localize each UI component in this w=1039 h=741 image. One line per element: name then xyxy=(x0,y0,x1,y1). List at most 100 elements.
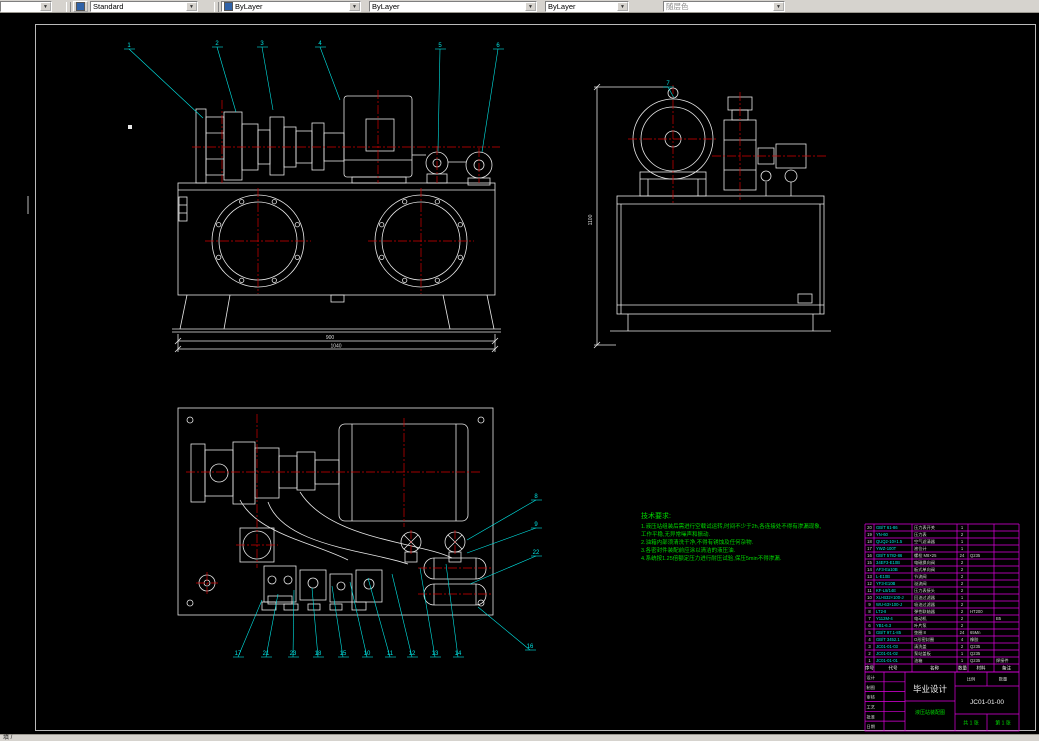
dim-front-outer: 1040 xyxy=(330,344,341,350)
combo-dropdown-arrow[interactable]: ▼ xyxy=(773,2,784,11)
bom-cell: 1 xyxy=(961,539,964,544)
bom-cell: JC01-01-02 xyxy=(876,651,899,656)
toolbar-combo-5[interactable]: 随层色 ▼ xyxy=(663,1,785,12)
drawing-svg: 900 1040 1100 xyxy=(0,13,1039,734)
callout-11: 11 xyxy=(387,651,394,657)
bom-cell: 13 xyxy=(867,574,872,579)
bom-cell: 65Mn xyxy=(970,630,981,635)
combo-value: ByLayer xyxy=(548,2,576,11)
bom-cell: 弹性联轴器 xyxy=(914,608,936,615)
bom-cell: 4 xyxy=(868,637,871,642)
callout-16: 16 xyxy=(527,644,534,650)
callout-15: 15 xyxy=(340,651,347,657)
tech-note-line: 工作平稳,无异常噪声和振动. xyxy=(641,530,711,538)
bom-cell: 2 xyxy=(868,651,871,656)
titleblock-row-label: 设计 xyxy=(867,674,875,681)
bom-cell: 8 xyxy=(868,609,871,614)
callout-1: 1 xyxy=(127,43,131,49)
bom-cell: 4 xyxy=(961,637,964,642)
bom-header: 序号 xyxy=(865,665,874,672)
callout-10: 10 xyxy=(364,651,371,657)
bom-cell: HT200 xyxy=(970,609,983,614)
bom-cell: 吸油过滤器 xyxy=(914,601,936,608)
bom-cell: 2 xyxy=(961,574,964,579)
callout-6: 6 xyxy=(496,43,500,49)
combo-value: 随层色 xyxy=(666,1,689,12)
status-text: 填 / xyxy=(3,735,12,741)
doc-title: 液压站装配图 xyxy=(915,709,945,716)
drawing-canvas[interactable]: 900 1040 1100 xyxy=(0,13,1039,734)
combo-value: ByLayer xyxy=(372,2,400,11)
dim-side-height: 1100 xyxy=(588,214,594,225)
callout-14: 14 xyxy=(455,651,462,657)
combo-dropdown-arrow[interactable]: ▼ xyxy=(525,2,536,11)
tech-notes: 技术要求:1.液压站组装后需进行空载试运转,时间不少于2h,各连接处不得有渗漏现… xyxy=(641,511,822,562)
combo-dropdown-arrow[interactable]: ▼ xyxy=(40,2,51,11)
bom-cell: 24 xyxy=(960,553,965,558)
bom-cell: YN-60 xyxy=(876,532,889,537)
top-view xyxy=(178,408,493,615)
app-window: ▼Standard▼ByLayer▼ByLayer▼ByLayer▼随层色▼ xyxy=(0,0,1039,741)
bom-cell: Q235 xyxy=(970,651,981,656)
bom-cell: 节流阀 xyxy=(914,573,927,580)
bom-cell: 17 xyxy=(867,546,872,551)
bom-cell: 2 xyxy=(961,560,964,565)
bom-cell: Q235 xyxy=(970,553,981,558)
sheets-total: 共 1 张 xyxy=(963,720,979,727)
toolbar-combo-4[interactable]: ByLayer ▼ xyxy=(545,1,629,12)
toolbar-grip[interactable] xyxy=(66,2,71,12)
bom-header: 材料 xyxy=(977,665,986,672)
bom-cell: 1 xyxy=(961,546,964,551)
bom-cell: GB/T 61-86 xyxy=(876,525,898,530)
bom-cell: 10 xyxy=(867,595,872,600)
toolbar-combo-3[interactable]: ByLayer ▼ xyxy=(369,1,537,12)
callout-7: 7 xyxy=(666,81,670,87)
bom-cell: 液位计 xyxy=(914,545,927,552)
toolbar-combo-1[interactable]: Standard ▼ xyxy=(90,1,198,12)
toolbar-combo-0[interactable]: ▼ xyxy=(0,1,52,12)
bom-cell: 15 xyxy=(867,560,872,565)
bom-cell: LT2-Ⅱ xyxy=(876,609,886,614)
bom-cell: GB/T 97.1-85 xyxy=(876,630,902,635)
toolbar-combo-2[interactable]: ByLayer▼ xyxy=(221,1,361,12)
combo-dropdown-arrow[interactable]: ▼ xyxy=(349,2,360,11)
bom-cell: QUQ2-10×1.5 xyxy=(876,539,903,544)
drain-plug xyxy=(798,294,812,303)
color-chip xyxy=(224,2,233,11)
bom-cell: GB/T 5782-86 xyxy=(876,553,903,558)
callout-12: 12 xyxy=(409,651,416,657)
callout-13: 13 xyxy=(432,651,439,657)
pump-body xyxy=(224,112,242,180)
bom-cell: AF3-Ea10B xyxy=(876,567,898,572)
bom-cell: 24 xyxy=(960,630,965,635)
callout-22: 22 xyxy=(533,550,540,556)
bom-cell: 2 xyxy=(961,532,964,537)
callout-17: 17 xyxy=(235,651,242,657)
bom-cell: 泵站盖板 xyxy=(914,650,932,657)
bom-cell: YF3-E10B xyxy=(876,581,896,586)
combo-dropdown-arrow[interactable]: ▼ xyxy=(617,2,628,11)
bom-cell: YB1-6.3 xyxy=(876,623,892,628)
front-view: 900 1040 xyxy=(172,90,501,352)
side-view: 1100 xyxy=(588,84,831,348)
toolbar-grip[interactable] xyxy=(214,2,219,12)
bom-cell: 压力表接头 xyxy=(914,587,935,594)
tech-notes-heading: 技术要求: xyxy=(641,511,671,520)
bom-cell: 18 xyxy=(867,539,872,544)
filter-cylinder-2 xyxy=(424,584,486,605)
bom-cell: 2 xyxy=(961,623,964,628)
toolbar-button[interactable] xyxy=(73,1,88,12)
bom-cell: 2 xyxy=(961,602,964,607)
stray-point-marker xyxy=(128,125,132,129)
bom-cell: 1 xyxy=(961,595,964,600)
bom-cell: O形密封圈 xyxy=(914,636,934,643)
combo-dropdown-arrow[interactable]: ▼ xyxy=(186,2,197,11)
bom-cell: 20 xyxy=(867,525,872,530)
bom-cell: Y112M-4 xyxy=(876,616,893,621)
bom-cell: 11 xyxy=(867,588,872,593)
bom-cell: 溢流阀 xyxy=(914,580,927,587)
bom-cell: 6 xyxy=(868,623,871,628)
combo-value: Standard xyxy=(93,2,123,11)
filter-cylinder-1 xyxy=(424,558,486,579)
project-title: 毕业设计 xyxy=(913,684,948,694)
